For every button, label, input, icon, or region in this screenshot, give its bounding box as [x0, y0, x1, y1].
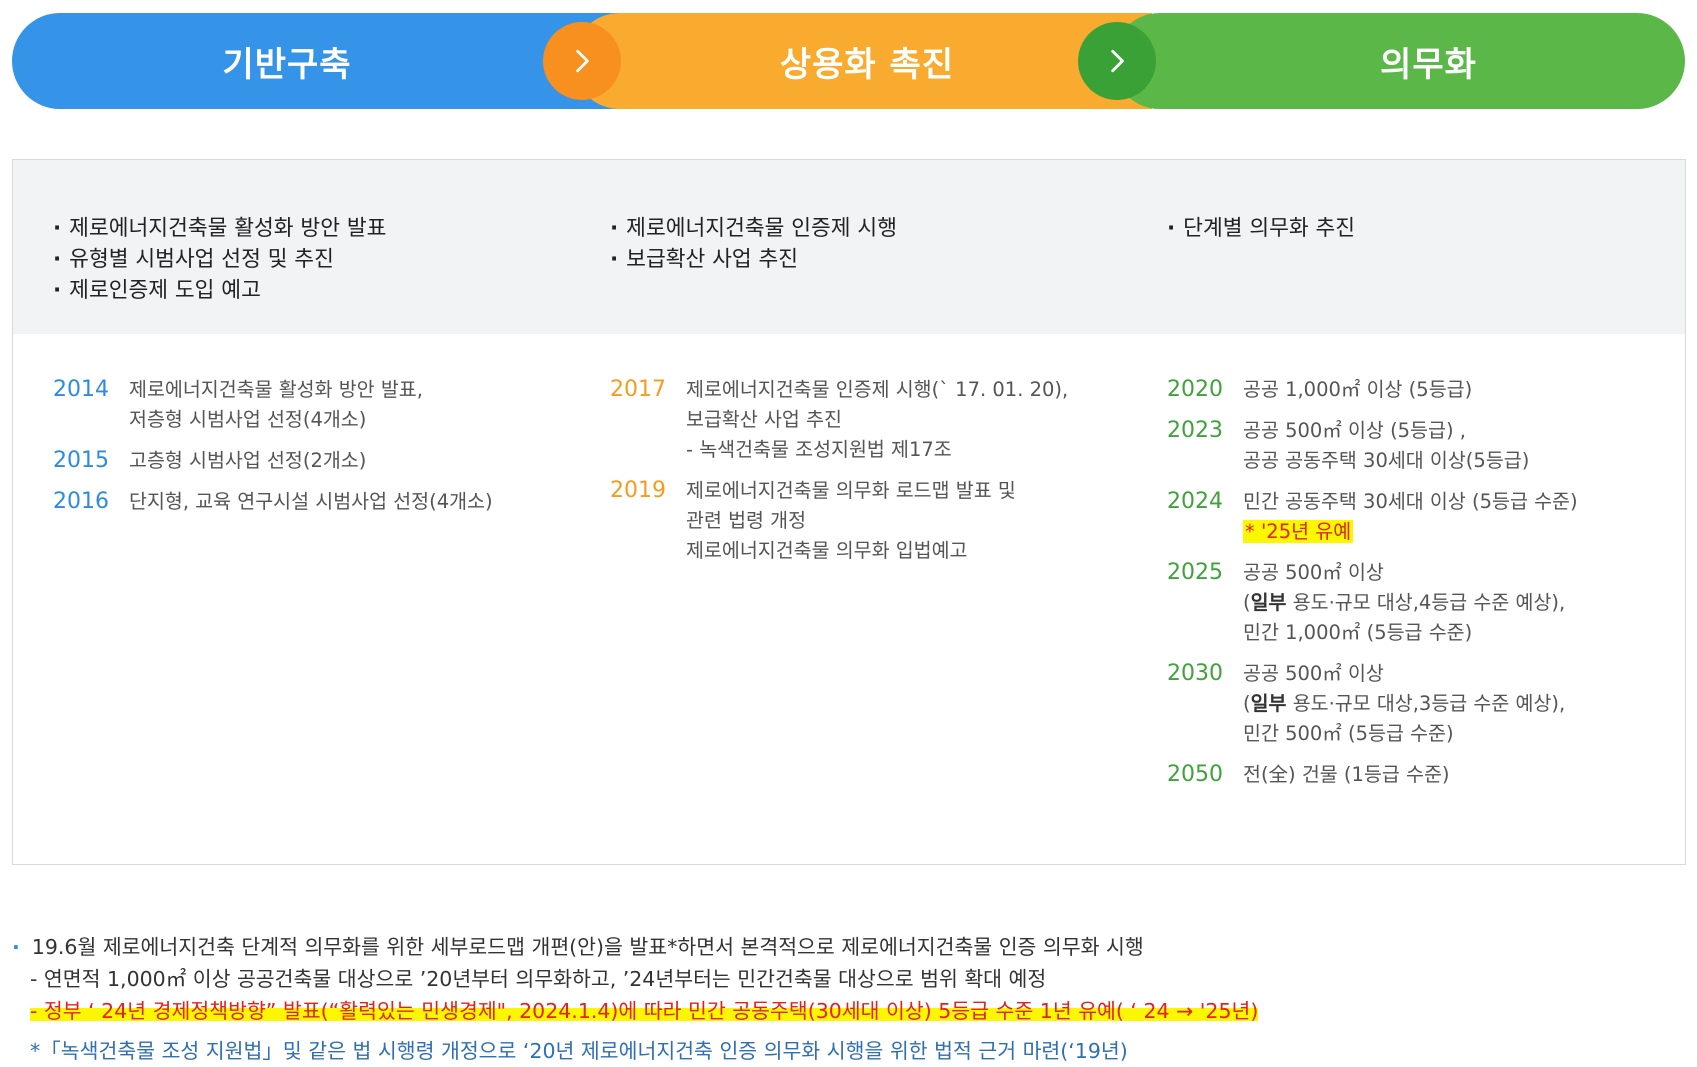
chevron-right-icon — [543, 22, 621, 100]
timeline-text: 공공 500㎡ 이상 (일부 용도·규모 대상,3등급 수준 예상), 민간 5… — [1243, 659, 1565, 749]
summary-column-commercialization: 제로에너지건축물 인증제 시행 보급확산 사업 추진 — [610, 213, 897, 275]
summary-item: 보급확산 사업 추진 — [610, 244, 897, 275]
roadmap-box: 제로에너지건축물 활성화 방안 발표 유형별 시범사업 선정 및 추진 제로인증… — [12, 159, 1686, 865]
timeline-entry: 2019 제로에너지건축물 의무화 로드맵 발표 및 관련 법령 개정 제로에너… — [610, 476, 1068, 566]
notes-section: 19.6월 제로에너지건축 단계적 의무화를 위한 세부로드맵 개편(안)을 발… — [12, 931, 1672, 1067]
timeline-text: 제로에너지건축물 의무화 로드맵 발표 및 관련 법령 개정 제로에너지건축물 … — [686, 476, 1016, 566]
phase-label: 기반구축 — [222, 44, 352, 85]
timeline-line: (일부 용도·규모 대상,3등급 수준 예상), — [1243, 692, 1566, 715]
phase-bar: 기반구축 상용화 촉진 의무화 — [12, 13, 1685, 109]
summary-panel: 제로에너지건축물 활성화 방안 발표 유형별 시범사업 선정 및 추진 제로인증… — [13, 160, 1685, 334]
phase-label: 의무화 — [1380, 44, 1477, 85]
timeline-line: - 녹색건축물 조성지원법 제17조 — [686, 438, 952, 461]
timeline-year: 2014 — [53, 377, 109, 402]
timeline-entry: 2050 전(全) 건물 (1등급 수준) — [1167, 760, 1578, 790]
timeline-year: 2024 — [1167, 489, 1223, 514]
timeline-line-rest: 용도·규모 대상,4등급 수준 예상), — [1286, 591, 1566, 614]
deferral-note: * '25년 유예 — [1243, 517, 1578, 547]
timeline-text: 전(全) 건물 (1등급 수준) — [1243, 760, 1450, 790]
timeline-column-mandatory: 2020 공공 1,000㎡ 이상 (5등급) 2023 공공 500㎡ 이상 … — [1167, 375, 1578, 801]
timeline-column-commercialization: 2017 제로에너지건축물 인증제 시행(` 17. 01. 20), 보급확산… — [610, 375, 1068, 577]
timeline-line: 제로에너지건축물 의무화 입법예고 — [686, 539, 968, 562]
chevron-right-icon — [1078, 22, 1156, 100]
timeline-entry: 2025 공공 500㎡ 이상 (일부 용도·규모 대상,4등급 수준 예상),… — [1167, 558, 1578, 648]
timeline-year: 2050 — [1167, 762, 1223, 787]
timeline-year: 2019 — [610, 478, 666, 503]
summary-column-foundation: 제로에너지건축물 활성화 방안 발표 유형별 시범사업 선정 및 추진 제로인증… — [53, 213, 386, 306]
timeline-line: 단지형, 교육 연구시설 시범사업 선정(4개소) — [129, 490, 493, 513]
phase-commercialization: 상용화 촉진 — [572, 13, 1152, 109]
timeline-entry: 2024 민간 공동주택 30세대 이상 (5등급 수준) * '25년 유예 — [1167, 487, 1578, 547]
timeline-line: (일부 용도·규모 대상,4등급 수준 예상), — [1243, 591, 1566, 614]
timeline-text: 공공 1,000㎡ 이상 (5등급) — [1243, 375, 1472, 405]
note-sub: - 연면적 1,000㎡ 이상 공공건축물 대상으로 ’20년부터 의무화하고,… — [30, 967, 1047, 991]
timeline-line-rest: 용도·규모 대상,3등급 수준 예상), — [1286, 692, 1566, 715]
timeline-line: 저층형 시범사업 선정(4개소) — [129, 408, 367, 431]
summary-item: 제로에너지건축물 활성화 방안 발표 — [53, 213, 386, 244]
timeline-line: 보급확산 사업 추진 — [686, 408, 842, 431]
timeline-year: 2023 — [1167, 418, 1223, 443]
emphasis-text: 일부 — [1250, 591, 1287, 614]
note-main: 19.6월 제로에너지건축 단계적 의무화를 위한 세부로드맵 개편(안)을 발… — [12, 931, 1672, 963]
timeline-text: 고층형 시범사업 선정(2개소) — [129, 446, 366, 476]
timeline-column-foundation: 2014 제로에너지건축물 활성화 방안 발표, 저층형 시범사업 선정(4개소… — [53, 375, 493, 528]
timeline-text: 민간 공동주택 30세대 이상 (5등급 수준) * '25년 유예 — [1243, 487, 1578, 547]
timeline-year: 2015 — [53, 448, 109, 473]
timeline-line: 고층형 시범사업 선정(2개소) — [129, 449, 367, 472]
timeline-line: 민간 500㎡ (5등급 수준) — [1243, 722, 1454, 745]
emphasis-text: 일부 — [1250, 692, 1287, 715]
timeline-entry: 2023 공공 500㎡ 이상 (5등급) , 공공 공동주택 30세대 이상(… — [1167, 416, 1578, 476]
timeline-entry: 2015 고층형 시범사업 선정(2개소) — [53, 446, 493, 476]
phase-mandatory: 의무화 — [1112, 13, 1685, 109]
timeline-line: 제로에너지건축물 인증제 시행(` 17. 01. 20), — [686, 378, 1069, 401]
timeline-line: 공공 500㎡ 이상 — [1243, 662, 1384, 685]
timeline-text: 공공 500㎡ 이상 (5등급) , 공공 공동주택 30세대 이상(5등급) — [1243, 416, 1529, 476]
timeline-line: 제로에너지건축물 활성화 방안 발표, — [129, 378, 423, 401]
timeline-text: 공공 500㎡ 이상 (일부 용도·규모 대상,4등급 수준 예상), 민간 1… — [1243, 558, 1565, 648]
timeline-year: 2030 — [1167, 661, 1223, 686]
note-reference: *「녹색건축물 조성 지원법」및 같은 법 시행령 개정으로 ‘20년 제로에너… — [30, 1039, 1128, 1063]
phase-label: 상용화 촉진 — [779, 44, 955, 85]
timeline-line: 민간 공동주택 30세대 이상 (5등급 수준) — [1243, 490, 1578, 513]
timeline-text: 제로에너지건축물 활성화 방안 발표, 저층형 시범사업 선정(4개소) — [129, 375, 423, 435]
timeline-line: 민간 1,000㎡ (5등급 수준) — [1243, 621, 1473, 644]
timeline-line: 공공 1,000㎡ 이상 (5등급) — [1243, 378, 1473, 401]
summary-item: 유형별 시범사업 선정 및 추진 — [53, 244, 386, 275]
timeline-entry: 2030 공공 500㎡ 이상 (일부 용도·규모 대상,3등급 수준 예상),… — [1167, 659, 1578, 749]
summary-column-mandatory: 단계별 의무화 추진 — [1167, 213, 1355, 244]
deferral-note-text: * '25년 유예 — [1243, 520, 1354, 543]
timeline-entry: 2016 단지형, 교육 연구시설 시범사업 선정(4개소) — [53, 487, 493, 517]
timeline-entry: 2020 공공 1,000㎡ 이상 (5등급) — [1167, 375, 1578, 405]
summary-item: 제로에너지건축물 인증제 시행 — [610, 213, 897, 244]
timeline-line: 제로에너지건축물 의무화 로드맵 발표 및 — [686, 479, 1016, 502]
timeline-line: 공공 500㎡ 이상 — [1243, 561, 1384, 584]
timeline-year: 2017 — [610, 377, 666, 402]
phase-foundation: 기반구축 — [12, 13, 632, 109]
timeline-entry: 2014 제로에너지건축물 활성화 방안 발표, 저층형 시범사업 선정(4개소… — [53, 375, 493, 435]
note-highlight: - 정부 ‘ 24년 경제정책방향” 발표(“활력있는 민생경제", 2024.… — [12, 995, 1672, 1027]
timeline-line: 공공 500㎡ 이상 (5등급) , — [1243, 419, 1466, 442]
timeline-year: 2025 — [1167, 560, 1223, 585]
summary-item: 단계별 의무화 추진 — [1167, 213, 1355, 244]
timeline-entry: 2017 제로에너지건축물 인증제 시행(` 17. 01. 20), 보급확산… — [610, 375, 1068, 465]
summary-item: 제로인증제 도입 예고 — [53, 275, 386, 306]
timeline-line: 전(全) 건물 (1등급 수준) — [1243, 763, 1450, 786]
timeline-line: 관련 법령 개정 — [686, 509, 807, 532]
note-highlight-text: - 정부 ‘ 24년 경제정책방향” 발표(“활력있는 민생경제", 2024.… — [30, 999, 1259, 1023]
timeline-year: 2016 — [53, 489, 109, 514]
timeline-text: 제로에너지건축물 인증제 시행(` 17. 01. 20), 보급확산 사업 추… — [686, 375, 1068, 465]
timeline-line: 공공 공동주택 30세대 이상(5등급) — [1243, 449, 1530, 472]
timeline-year: 2020 — [1167, 377, 1223, 402]
timeline-text: 단지형, 교육 연구시설 시범사업 선정(4개소) — [129, 487, 493, 517]
